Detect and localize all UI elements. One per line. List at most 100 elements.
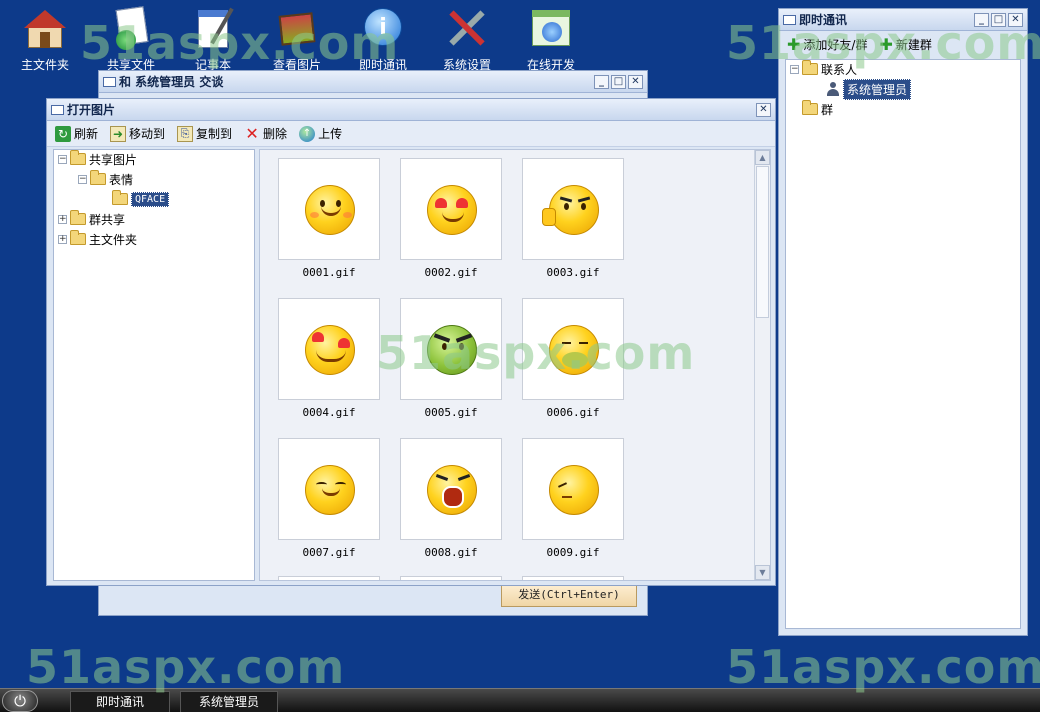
tree-node-shared-pictures[interactable]: − 共享图片 [58, 150, 137, 168]
tree-node-home-folder[interactable]: + 主文件夹 [58, 230, 137, 248]
chat-window-titlebar[interactable]: 和 系统管理员 交谈 _ □ ✕ [99, 71, 647, 93]
folder-icon [70, 230, 86, 245]
desktop-icon-home[interactable]: 主文件夹 [10, 6, 80, 73]
add-friend-button[interactable]: ✚ 添加好友/群 [785, 35, 869, 54]
im-panel-window: 即时通讯 _ □ ✕ ✚ 添加好友/群 ✚ 新建群 − 联系人 系统管理员 群 [778, 8, 1028, 636]
taskbar-item-admin[interactable]: 系统管理员 [180, 691, 278, 712]
desktop-icon-shared-files[interactable]: 共享文件 [96, 6, 166, 73]
notepad-icon [190, 6, 236, 52]
plus-icon: ✚ [879, 34, 893, 54]
chat-info-icon: i [360, 6, 406, 52]
window-icon [103, 77, 116, 87]
im-panel-title: 即时通讯 [799, 13, 848, 27]
tree-node-group-share[interactable]: + 群共享 [58, 210, 125, 228]
thumbs-up-emoji [542, 185, 599, 235]
start-power-button[interactable] [2, 690, 38, 712]
image-filename: 0004.gif [302, 406, 356, 419]
image-thumbnail[interactable] [400, 438, 502, 540]
desktop-icon-pictures[interactable]: 查看图片 [262, 6, 332, 73]
collapse-toggle[interactable]: − [790, 64, 799, 74]
delete-button[interactable]: ✕ 删除 [242, 125, 289, 142]
upload-icon: ↑ [299, 125, 316, 142]
contact-admin[interactable]: 系统管理员 [826, 78, 912, 100]
open-picture-window: 打开图片 ✕ ↻ 刷新 ➜ 移动到 ⎘ 复制到 ✕ 删除 ↑ 上传 − 共享图片 [46, 98, 776, 586]
maximize-button[interactable]: □ [991, 13, 1006, 27]
folder-open-icon [802, 60, 818, 75]
image-thumbnail[interactable] [278, 438, 380, 540]
image-thumbnail[interactable] [522, 298, 624, 400]
shared-files-icon [108, 6, 154, 52]
open-picture-toolbar: ↻ 刷新 ➜ 移动到 ⎘ 复制到 ✕ 删除 ↑ 上传 [47, 121, 775, 147]
tree-node-emoticons[interactable]: − 表情 [78, 170, 133, 188]
upload-button[interactable]: ↑ 上传 [297, 125, 344, 142]
chat-window-title: 和 系统管理员 交谈 [119, 75, 224, 89]
close-button[interactable]: ✕ [756, 103, 771, 117]
love-grin-emoji [305, 325, 355, 375]
image-thumbnail[interactable] [278, 158, 380, 260]
collapse-toggle[interactable]: − [78, 174, 87, 184]
expand-toggle[interactable]: + [58, 214, 67, 224]
desktop-icon-online-dev[interactable]: 在线开发 [516, 6, 586, 73]
close-button[interactable]: ✕ [1008, 13, 1023, 27]
image-filename: 0005.gif [424, 406, 478, 419]
sick-emoji [549, 325, 599, 375]
desktop-icon-settings[interactable]: 系统设置 [432, 6, 502, 73]
taskbar-item-chat[interactable]: 即时通讯 [70, 691, 170, 712]
smile-emoji [305, 185, 355, 235]
new-group-button[interactable]: ✚ 新建群 [877, 35, 933, 54]
folder-tree: − 共享图片 − 表情 QFACE + 群共享 + 主文件夹 [53, 149, 255, 581]
open-picture-title: 打开图片 [67, 103, 116, 117]
scrollbar-thumb[interactable] [756, 166, 769, 318]
refresh-button[interactable]: ↻ 刷新 [53, 125, 100, 142]
watermark: 51aspx.com [726, 640, 1040, 694]
image-filename: 0006.gif [546, 406, 600, 419]
tree-node-contacts[interactable]: − 联系人 [790, 60, 857, 78]
minimize-button[interactable]: _ [594, 75, 609, 89]
image-filename: 0002.gif [424, 266, 478, 279]
image-thumbnail[interactable] [400, 576, 502, 580]
image-thumbnail[interactable] [522, 438, 624, 540]
desktop-icon-notepad[interactable]: 记事本 [178, 6, 248, 73]
minimize-button[interactable]: _ [974, 13, 989, 27]
desktop-icon-label: 主文件夹 [20, 58, 69, 72]
scroll-up-arrow[interactable]: ▲ [755, 150, 770, 165]
close-button[interactable]: ✕ [628, 75, 643, 89]
image-filename: 0007.gif [302, 546, 356, 559]
tree-node-qface[interactable]: QFACE [112, 190, 170, 208]
angry-emoji [427, 325, 477, 375]
maximize-button[interactable]: □ [611, 75, 626, 89]
image-thumbnail[interactable] [400, 298, 502, 400]
image-thumbnail[interactable] [522, 158, 624, 260]
window-icon [51, 105, 64, 115]
im-panel-titlebar[interactable]: 即时通讯 _ □ ✕ [779, 9, 1027, 31]
im-toolbar: ✚ 添加好友/群 ✚ 新建群 [779, 31, 1027, 57]
move-to-button[interactable]: ➜ 移动到 [108, 125, 167, 142]
copy-icon: ⎘ [177, 125, 194, 142]
collapse-toggle[interactable]: − [58, 154, 67, 164]
image-thumbnail[interactable] [400, 158, 502, 260]
move-icon: ➜ [110, 125, 127, 142]
vertical-scrollbar[interactable]: ▲ ▼ [754, 150, 770, 580]
folder-icon [802, 100, 818, 115]
open-picture-titlebar[interactable]: 打开图片 ✕ [47, 99, 775, 121]
scroll-down-arrow[interactable]: ▼ [755, 565, 770, 580]
settings-tools-icon [444, 6, 490, 52]
image-thumbnail[interactable] [522, 576, 624, 580]
refresh-icon: ↻ [55, 125, 71, 142]
expand-toggle[interactable]: + [58, 234, 67, 244]
folder-icon [70, 210, 86, 225]
image-filename: 0001.gif [302, 266, 356, 279]
image-thumbnail[interactable] [278, 576, 380, 580]
copy-to-button[interactable]: ⎘ 复制到 [175, 125, 234, 142]
home-icon [22, 6, 68, 52]
user-icon [826, 82, 840, 96]
image-filename: 0008.gif [424, 546, 478, 559]
plus-icon: ✚ [787, 34, 801, 54]
laughing-emoji [305, 465, 355, 515]
tree-node-groups[interactable]: 群 [802, 100, 833, 118]
desktop-icon-chat[interactable]: i 即时通讯 [348, 6, 418, 73]
contacts-tree: − 联系人 系统管理员 群 [785, 59, 1021, 629]
heart-eyes-emoji [427, 185, 477, 235]
image-thumbnail[interactable] [278, 298, 380, 400]
window-icon [783, 15, 796, 25]
